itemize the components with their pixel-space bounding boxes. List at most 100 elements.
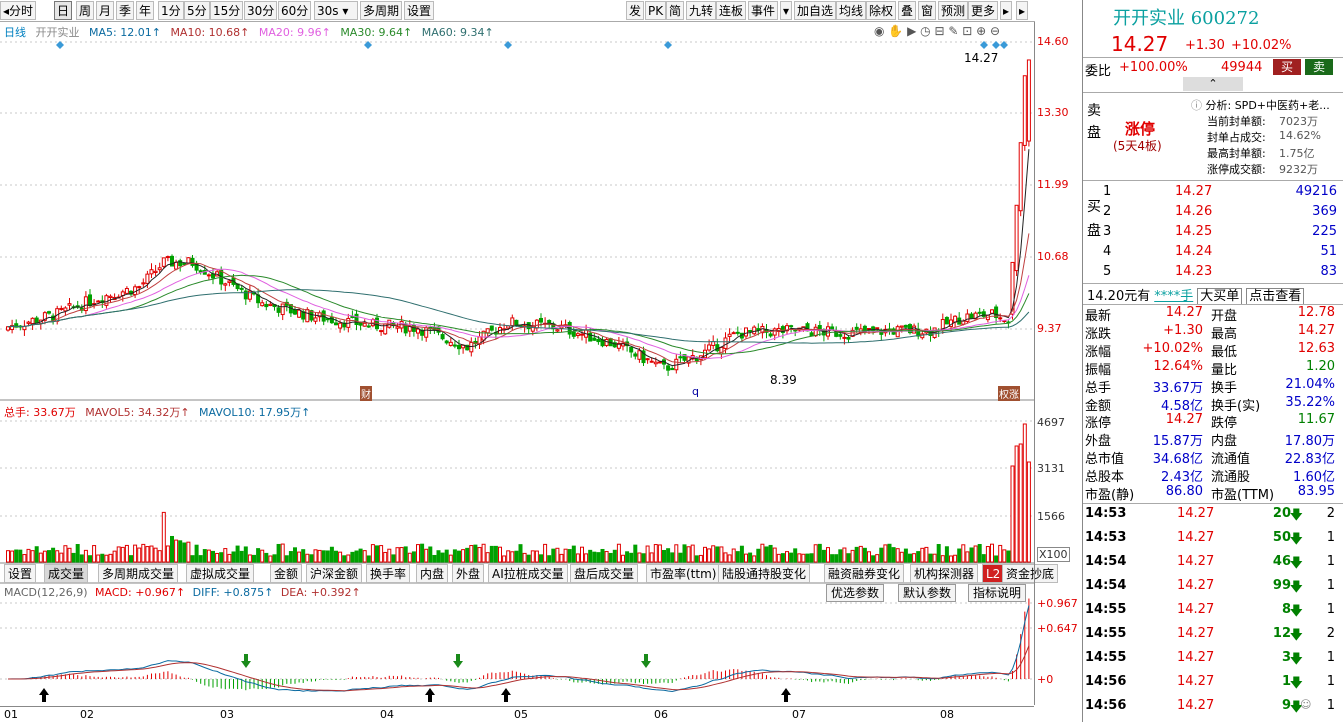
volume-bar (735, 551, 740, 563)
volume-bar (170, 535, 174, 563)
indicator-tab[interactable]: 融资融券变化 (824, 564, 905, 583)
sell-button[interactable]: 卖 (1305, 59, 1333, 75)
tick-row: 14:54 14.27 99 🡇 1 (1085, 578, 1335, 596)
volume-bar (321, 550, 326, 563)
volume-bar (272, 554, 277, 563)
event-tag[interactable]: 财 (360, 386, 372, 401)
bid-row[interactable]: 5 14.23 83 (1103, 264, 1339, 282)
price-tick: 11.99 (1037, 178, 1069, 191)
candle-body (457, 344, 461, 350)
event-tag[interactable]: 权涨 (998, 386, 1020, 401)
optimal-params-button[interactable]: 优选参数 (826, 584, 885, 602)
candle-body (534, 319, 539, 329)
volume-bar (379, 545, 384, 563)
indicator-tab[interactable]: 金额 (270, 564, 303, 583)
candle-body (748, 330, 753, 333)
volume-bar (596, 552, 601, 563)
candle-body (174, 261, 179, 270)
candle-body (752, 326, 757, 335)
stat-row: 总市值 34.68亿 流通值 22.83亿 (1085, 448, 1335, 468)
indicator-help-button[interactable]: 指标说明 (968, 584, 1027, 602)
indicator-tab[interactable]: AI拉桩成交量 (488, 564, 568, 583)
candle-body (305, 308, 310, 323)
indicator-tab[interactable]: 虚拟成交量 (186, 564, 255, 583)
max-seal-label: 最高封单额: (1207, 147, 1266, 160)
volume-bar (826, 547, 830, 563)
tick-price: 14.27 (1177, 578, 1215, 593)
volume-bar (71, 552, 76, 563)
bid-row[interactable]: 4 14.24 51 (1103, 244, 1339, 262)
tick-count: 1 (1326, 602, 1335, 617)
indicator-tab[interactable]: 市盈率(ttm) (646, 564, 721, 583)
candle-body (26, 321, 31, 324)
chevron-up-icon[interactable]: ⌃ (1183, 77, 1243, 91)
bid-row[interactable]: 3 14.25 225 (1103, 224, 1339, 242)
indicator-tab[interactable]: 多周期成交量 (98, 564, 179, 583)
volume-bar (227, 553, 232, 563)
volume-bar (161, 511, 166, 563)
volume-bar (678, 552, 683, 563)
stat-value: 34.68亿 (1152, 452, 1203, 468)
stat-row: 总手 33.67万 换手 21.04% (1085, 376, 1335, 396)
indicator-tab[interactable]: 内盘 (416, 564, 449, 583)
stat-value: 21.04% (1285, 376, 1335, 392)
event-tag[interactable]: q (692, 385, 699, 398)
candle-body (108, 295, 113, 298)
volume-bar (485, 552, 490, 563)
price-tick: 13.30 (1037, 106, 1069, 119)
volume-bar (563, 548, 568, 563)
volume-bar (370, 544, 375, 563)
volume-bar (100, 553, 105, 563)
kline-chart[interactable] (0, 0, 1082, 722)
indicator-tab[interactable]: 设置 (4, 564, 37, 583)
big-order-view[interactable]: 点击查看 (1246, 288, 1305, 305)
bid-row[interactable]: 1 14.27 49216 (1103, 184, 1339, 202)
volume-bar (96, 554, 101, 563)
big-order-bar[interactable]: 14.20元有 ****手 大买单 点击查看 (1087, 285, 1339, 305)
volume-bar (821, 549, 826, 563)
indicator-tabbar: 设置 成交量 多周期成交量 虚拟成交量 金额 沪深金额 换手率 内盘 外盘 AI拉桩成交量 盘后成交… (4, 564, 1059, 583)
volume-bar (174, 539, 179, 563)
volume-bar (973, 545, 978, 563)
volume-bar (969, 547, 974, 563)
volume-bar (284, 555, 289, 563)
indicator-tab[interactable]: 外盘 (452, 564, 485, 583)
indicator-tab[interactable]: 沪深金额 (306, 564, 363, 583)
volume-bar (112, 550, 117, 563)
volume-bar (428, 546, 433, 563)
volume-bar (243, 546, 248, 563)
indicator-tab[interactable]: L2 (982, 564, 1005, 583)
indicator-tab[interactable]: 资金抄底 (1002, 564, 1059, 583)
indicator-tab[interactable]: 换手率 (366, 564, 411, 583)
macd-name: MACD(12,26,9) (4, 586, 88, 599)
volume-bar (674, 544, 679, 563)
volume-bar (55, 550, 60, 563)
stat-label: 总股本 (1085, 470, 1125, 486)
seal-amount-value: 7023万 (1279, 115, 1318, 128)
indicator-tab[interactable]: 盘后成交量 (570, 564, 639, 583)
candle-body (830, 326, 835, 330)
indicator-tab[interactable]: 陆股通持股变化 (718, 564, 811, 583)
buy-button[interactable]: 买 (1273, 59, 1301, 75)
mavol5: MAVOL5: 34.32万↑ (85, 406, 190, 419)
diff-value: DIFF: +0.875↑ (192, 586, 274, 599)
tick-price: 14.27 (1177, 602, 1215, 617)
candle-body (649, 360, 654, 363)
default-params-button[interactable]: 默认参数 (898, 584, 957, 602)
volume-bar (629, 552, 634, 563)
event-diamond-icon (992, 41, 1000, 49)
bid-row[interactable]: 2 14.26 369 (1103, 204, 1339, 222)
candle-body (182, 262, 187, 265)
volume-bar (801, 553, 806, 563)
volume-bar (14, 549, 19, 563)
volume-bar (313, 549, 318, 563)
bid-volume: 83 (1320, 264, 1337, 279)
candle-body (190, 257, 195, 266)
indicator-tab[interactable]: 成交量 (44, 564, 89, 583)
indicator-tab[interactable]: 机构探测器 (910, 564, 979, 583)
volume-bar (416, 544, 420, 563)
quote-stats: 最新 14.27 开盘 12.78 涨跌 +1.30 最高 14.27 涨幅 +10.02% 最低 1… (1083, 304, 1343, 503)
tick-count: 1 (1326, 698, 1335, 713)
volume-bar (288, 551, 293, 563)
volume-bar (59, 552, 64, 563)
